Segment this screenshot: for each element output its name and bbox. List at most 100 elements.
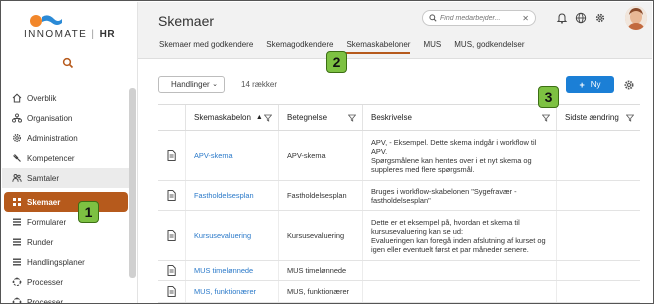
filter-icon[interactable]	[625, 114, 635, 124]
column-header-sidste-aendring[interactable]: Sidste ændring	[557, 105, 640, 130]
gear-icon	[12, 133, 22, 143]
grid-icon	[12, 197, 22, 207]
people-icon	[12, 173, 22, 183]
table-row[interactable]: Fastholdelsesplan Fastholdelsesplan Bruges…	[158, 181, 640, 211]
logo-mark-icon	[30, 15, 62, 27]
logo: INNOMATE | HR	[24, 14, 119, 44]
sidebar-item-label: Handlingsplaner	[27, 257, 85, 267]
betegnelse-cell: Kursusevaluering	[287, 231, 345, 240]
plus-icon: +	[579, 79, 585, 90]
chevron-down-icon: ⌄	[212, 81, 218, 88]
tab-mus-godkendelser[interactable]: MUS, godkendelser	[454, 39, 524, 54]
betegnelse-cell: MUS timelønnede	[287, 266, 347, 275]
bell-icon[interactable]	[556, 12, 568, 24]
row-count: 14 rækker	[241, 80, 278, 89]
beskrivelse-cell: Bruges i workflow-skabelonen "Sygefravær…	[371, 186, 517, 205]
sidebar-item-skemaer[interactable]: Skemaer	[4, 192, 128, 212]
actions-dropdown[interactable]: Handlinger ⌄	[158, 76, 225, 93]
betegnelse-cell: Fastholdelsesplan	[287, 191, 347, 200]
list-icon	[12, 257, 22, 267]
organisation-icon	[12, 113, 22, 123]
document-icon[interactable]	[158, 131, 186, 180]
callout-badge-2: 2	[326, 51, 347, 73]
betegnelse-cell: APV-skema	[287, 151, 326, 160]
sidebar-item-label: Administration	[27, 133, 78, 143]
gear-icon[interactable]	[623, 79, 635, 91]
sidebar-item-label: Kompetencer	[27, 153, 75, 163]
sidebar-item-overblik[interactable]: Overblik	[2, 88, 130, 108]
tab-skemaskabeloner[interactable]: Skemaskabeloner	[346, 39, 411, 54]
table-row[interactable]: MUS, funktionærer MUS, funktionærer	[158, 281, 640, 303]
table-row[interactable]: MUS timelønnede MUS timelønnede	[158, 261, 640, 281]
template-link[interactable]: MUS timelønnede	[194, 266, 253, 275]
employee-search[interactable]: ✕	[422, 10, 536, 26]
template-link[interactable]: APV-skema	[194, 151, 233, 160]
sidebar-item-label: Samtaler	[27, 173, 60, 183]
settings-icon[interactable]	[594, 12, 606, 24]
sidebar-item-samtaler[interactable]: Samtaler	[2, 168, 130, 188]
filter-icon[interactable]	[347, 114, 357, 124]
table-row[interactable]: APV-skema APV-skema APV, - Eksempel. Dette…	[158, 131, 640, 181]
page-title: Skemaer	[158, 13, 215, 29]
filter-icon[interactable]	[263, 114, 273, 124]
avatar[interactable]	[625, 6, 647, 30]
sidebar-item-administration[interactable]: Administration	[2, 128, 130, 148]
toolbar: Handlinger ⌄ 14 rækker + Ny	[158, 76, 652, 94]
clear-search-icon[interactable]: ✕	[522, 14, 529, 23]
callout-badge-3: 3	[538, 86, 559, 108]
actions-label: Handlinger	[171, 80, 210, 89]
column-header-beskrivelse[interactable]: Beskrivelse	[363, 105, 557, 130]
template-link[interactable]: Fastholdelsesplan	[194, 191, 254, 200]
globe-icon[interactable]	[575, 12, 587, 24]
sidebar-item-formularer[interactable]: Formularer	[2, 212, 130, 232]
search-icon	[429, 14, 437, 22]
sidebar-item-processer[interactable]: Processer	[2, 272, 130, 292]
filter-icon[interactable]	[541, 114, 551, 124]
sidebar-item-label: Organisation	[27, 113, 73, 123]
document-icon[interactable]	[158, 261, 186, 280]
new-button-label: Ny	[590, 80, 601, 89]
main-area: Skemaer ✕	[138, 2, 652, 303]
list-icon	[12, 217, 22, 227]
sidebar-item-handlingsplaner[interactable]: Handlingsplaner	[2, 252, 130, 272]
table-row[interactable]: Kursusevaluering Kursusevaluering Dette er…	[158, 211, 640, 261]
sidebar-item-label: Formularer	[27, 217, 67, 227]
sidebar-item-label: Processer	[27, 297, 64, 304]
document-icon[interactable]	[158, 281, 186, 302]
sidebar-item-organisation[interactable]: Organisation	[2, 108, 130, 128]
table-header: Skemaskabelon ▲ Betegnelse Beskrivelse S…	[158, 104, 640, 131]
list-icon	[12, 237, 22, 247]
template-link[interactable]: MUS, funktionærer	[194, 287, 256, 296]
beskrivelse-cell: APV, - Eksempel. Dette skema indgår i wo…	[371, 137, 537, 174]
tab-skemaer-med-godkendere[interactable]: Skemaer med godkendere	[159, 39, 253, 54]
sidebar-item-processer[interactable]: Processer	[2, 292, 130, 304]
tab-mus[interactable]: MUS	[423, 39, 441, 54]
column-header-betegnelse[interactable]: Betegnelse	[279, 105, 363, 130]
table-body: APV-skema APV-skema APV, - Eksempel. Dette…	[158, 131, 640, 303]
process-icon	[12, 297, 22, 303]
sidebar-item-runder[interactable]: Runder	[2, 232, 130, 252]
document-icon[interactable]	[158, 181, 186, 210]
sidebar-scrollbar[interactable]	[129, 88, 136, 278]
callout-badge-1: 1	[78, 201, 99, 223]
sidebar-item-label: Runder	[27, 237, 54, 247]
header-icon-column	[158, 105, 186, 130]
home-icon	[12, 93, 22, 103]
app-window: INNOMATE | HR Overblik Organisation Admini…	[0, 0, 654, 304]
beskrivelse-cell: Dette er et eksempel på, hvordan et skem…	[371, 217, 546, 254]
gavel-icon	[12, 153, 22, 163]
process-icon	[12, 277, 22, 287]
search-input[interactable]	[440, 14, 520, 22]
new-button[interactable]: + Ny	[566, 76, 614, 93]
sort-ascending-icon[interactable]: ▲	[256, 114, 263, 121]
sidebar: INNOMATE | HR Overblik Organisation Admini…	[2, 2, 138, 304]
logo-text: INNOMATE | HR	[24, 29, 116, 40]
sidebar-item-kompetencer[interactable]: Kompetencer	[2, 148, 130, 168]
tab-bar: Skemaer med godkendere Skemagodkendere Ske…	[159, 39, 538, 54]
search-icon[interactable]	[62, 57, 74, 69]
template-link[interactable]: Kursusevaluering	[194, 231, 251, 240]
column-header-skemaskabelon[interactable]: Skemaskabelon ▲	[186, 105, 279, 130]
page-header: Skemaer ✕	[138, 2, 652, 59]
tab-skemagodkendere[interactable]: Skemagodkendere	[266, 39, 333, 54]
document-icon[interactable]	[158, 211, 186, 260]
